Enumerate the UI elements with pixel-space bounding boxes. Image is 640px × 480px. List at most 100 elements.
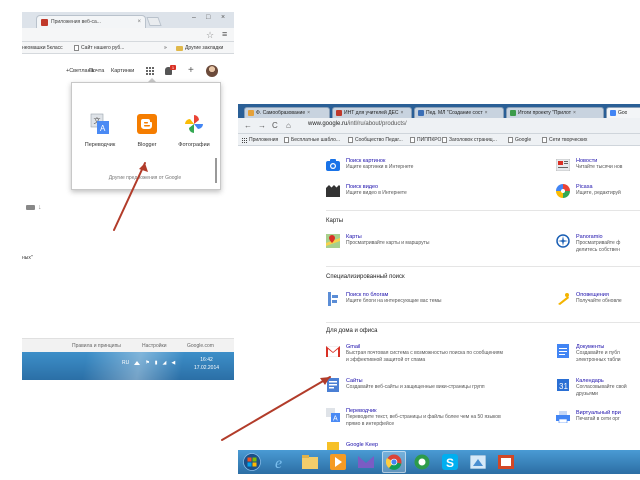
page-icon bbox=[508, 137, 513, 143]
app-translate[interactable]: 文 A Переводчик bbox=[78, 113, 122, 148]
browser-tab-active[interactable]: Goo bbox=[606, 107, 640, 118]
bookmark-item[interactable]: неомашки 5класс bbox=[22, 45, 63, 51]
menu-icon[interactable]: ≡ bbox=[222, 29, 227, 39]
system-clock[interactable]: 16:42 17.02.2014 bbox=[194, 356, 219, 372]
taskbar-presentation-icon[interactable] bbox=[494, 451, 518, 473]
taskbar-explorer-icon[interactable] bbox=[298, 451, 322, 473]
bookmark-item[interactable]: Заголовок страниц... bbox=[442, 137, 497, 143]
product-picasa[interactable]: Picasa Ищите, редактируй bbox=[556, 184, 621, 198]
browser-tab[interactable]: ИНТ для учителей ДЕС × bbox=[332, 107, 412, 118]
taskbar-paint-icon[interactable] bbox=[466, 451, 490, 473]
bookmark-folder[interactable]: Другие закладки bbox=[176, 45, 223, 51]
product-maps[interactable]: Карты Просматривайте карты и маршруты bbox=[326, 234, 430, 248]
minimize-button[interactable]: – bbox=[192, 14, 196, 21]
favicon-icon bbox=[336, 110, 342, 116]
mail-link[interactable]: Почта bbox=[89, 68, 104, 74]
product-desc: Получайте обновле bbox=[576, 298, 622, 304]
product-desc: Согласовывайте свой bbox=[576, 384, 627, 390]
tab-strip: Приложения веб-са... × – □ × bbox=[22, 12, 234, 28]
blogger-icon bbox=[137, 114, 157, 134]
avatar[interactable] bbox=[206, 65, 218, 77]
signal-icon[interactable]: ◢ bbox=[162, 360, 166, 366]
bookmarks-bar: неомашки 5класс Сайт нашего руб... » Дру… bbox=[22, 42, 234, 54]
product-video-search[interactable]: Поиск видео Ищите видео в Интернете bbox=[326, 184, 407, 198]
bookmark-item[interactable]: Google bbox=[508, 137, 531, 143]
browser-tab[interactable]: Пед. МЛ "Создание сост × bbox=[414, 107, 504, 118]
product-blog-search[interactable]: Поиск по блогам Ищите блоги на интересующ… bbox=[326, 292, 442, 306]
browser-tab[interactable]: Ф. Самообразование × bbox=[244, 107, 330, 118]
product-alerts[interactable]: Оповещения Получайте обновле bbox=[556, 292, 622, 306]
close-tab-icon[interactable]: × bbox=[573, 110, 576, 116]
windows-taskbar: RU ⚑ ▮ ◢ ◀ 16:42 17.02.2014 bbox=[22, 352, 234, 380]
mic-icon[interactable]: ↓ bbox=[38, 204, 42, 211]
product-docs[interactable]: Документы Создавайте и публ электронных та… bbox=[556, 344, 621, 364]
volume-icon[interactable]: ◀ bbox=[171, 360, 175, 366]
footer-link-privacy[interactable]: Правила и принципы bbox=[72, 343, 121, 349]
more-from-google-link[interactable]: Другие предложения от Google bbox=[72, 175, 218, 181]
section-divider bbox=[326, 322, 640, 323]
close-tab-icon[interactable]: × bbox=[485, 110, 488, 116]
bookmark-item[interactable]: ПИППКРО bbox=[410, 137, 441, 143]
bookmarks-bar: Приложения Бесплатные шабло... Сообществ… bbox=[238, 134, 640, 146]
maps-icon bbox=[326, 234, 340, 248]
new-tab-button[interactable] bbox=[146, 17, 162, 26]
apps-grid-icon[interactable] bbox=[146, 67, 154, 75]
browser-tab[interactable]: Итоги проекту "Прилот × bbox=[506, 107, 604, 118]
taskbar-skype-icon[interactable]: S bbox=[438, 451, 462, 473]
taskbar-ie-icon[interactable]: e bbox=[270, 451, 294, 473]
svg-text:e: e bbox=[275, 455, 282, 470]
keyboard-icon[interactable] bbox=[26, 205, 35, 210]
bookmark-apps[interactable]: Приложения bbox=[242, 137, 278, 143]
back-button[interactable]: ← bbox=[244, 121, 252, 130]
close-tab-icon[interactable]: × bbox=[307, 110, 310, 116]
network-icon[interactable]: ▮ bbox=[155, 360, 158, 366]
product-desc: Быстрая почтовая система с возможностью … bbox=[346, 350, 503, 356]
product-translate[interactable]: A Переводчик Переводите текст, веб-страни… bbox=[326, 408, 501, 428]
app-blogger[interactable]: Blogger bbox=[125, 113, 169, 148]
forward-button[interactable]: → bbox=[258, 121, 266, 130]
bookmark-item[interactable]: Бесплатные шабло... bbox=[284, 137, 340, 143]
tab-strip: Ф. Самообразование × ИНТ для учителей ДЕ… bbox=[238, 104, 640, 118]
google-footer: Правила и принципы Настройки Google.com bbox=[22, 338, 234, 352]
images-link[interactable]: Картинки bbox=[111, 68, 134, 74]
bookmark-item[interactable]: Сайт нашего руб... bbox=[74, 45, 124, 51]
show-hidden-icons-icon[interactable] bbox=[134, 361, 141, 365]
product-cloud-print[interactable]: Виртуальный при Печатай в сети орг bbox=[556, 410, 621, 424]
product-calendar[interactable]: 31 Календарь Согласовывайте свой друзьями bbox=[556, 378, 627, 398]
taskbar-app-icon[interactable] bbox=[410, 451, 434, 473]
product-gmail[interactable]: Gmail Быстрая почтовая система с возможно… bbox=[326, 344, 503, 364]
start-button[interactable] bbox=[240, 451, 264, 473]
bookmark-item[interactable]: Сети творческих bbox=[542, 137, 587, 143]
close-tab-icon[interactable]: × bbox=[137, 19, 141, 25]
product-panoramio[interactable]: Panoramio Просматривайте ф делитесь собств… bbox=[556, 234, 620, 254]
reload-button[interactable]: C bbox=[272, 121, 278, 130]
address-bar[interactable]: ☆ ≡ bbox=[22, 28, 234, 42]
flag-icon[interactable]: ⚑ bbox=[145, 360, 149, 366]
app-photos[interactable]: Фотографии bbox=[172, 113, 216, 148]
close-window-button[interactable]: × bbox=[221, 14, 225, 21]
taskbar-mail-icon[interactable] bbox=[354, 451, 378, 473]
footer-link-google[interactable]: Google.com bbox=[187, 343, 214, 349]
share-plus-icon[interactable]: + bbox=[188, 65, 194, 76]
bookmark-star-icon[interactable]: ☆ bbox=[206, 30, 214, 41]
home-button[interactable]: ⌂ bbox=[286, 121, 291, 130]
footer-link-settings[interactable]: Настройки bbox=[142, 343, 167, 349]
browser-tab[interactable]: Приложения веб-са... × bbox=[36, 15, 146, 28]
taskbar-media-icon[interactable] bbox=[326, 451, 350, 473]
blogsearch-icon bbox=[326, 292, 340, 306]
page-icon bbox=[442, 137, 447, 143]
url-field[interactable]: www.google.ru/intl/ru/about/products/ bbox=[308, 121, 407, 127]
product-desc: делитесь собствен bbox=[576, 247, 620, 253]
language-indicator[interactable]: RU bbox=[122, 360, 129, 366]
close-tab-icon[interactable]: × bbox=[401, 110, 404, 116]
product-image-search[interactable]: Поиск картинок Ищите картинки в Интернете bbox=[326, 158, 413, 172]
product-sites[interactable]: Сайты Создавайте веб-сайты и защищенные в… bbox=[326, 378, 485, 392]
bookmarks-overflow-button[interactable]: » bbox=[164, 45, 167, 51]
product-news[interactable]: Новости Читайте тысячи нов bbox=[556, 158, 622, 172]
bookmark-item[interactable]: Сообщество Педаг... bbox=[348, 137, 403, 143]
translate-icon: A bbox=[326, 408, 340, 422]
maximize-button[interactable]: □ bbox=[206, 14, 210, 21]
taskbar-chrome-icon[interactable] bbox=[382, 451, 406, 473]
news-icon bbox=[556, 158, 570, 172]
tab-title: Пед. МЛ "Создание сост bbox=[426, 110, 483, 116]
